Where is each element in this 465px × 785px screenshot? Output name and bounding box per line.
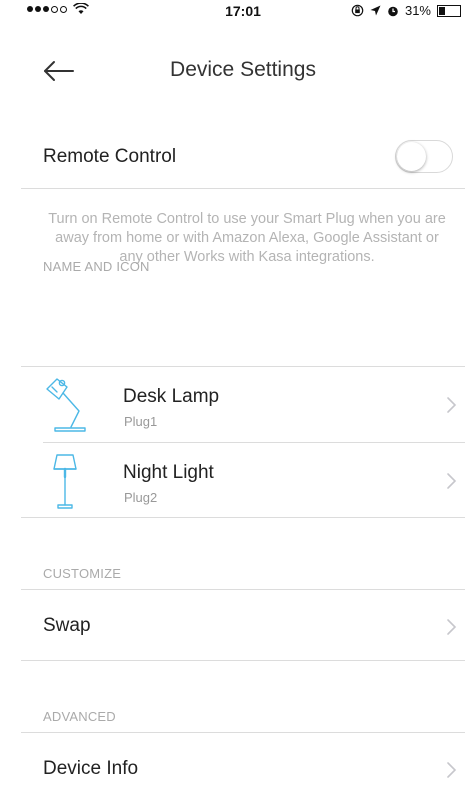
section-header-name-and-icon: NAME AND ICON [43, 259, 150, 274]
floor-lamp-icon [53, 454, 77, 509]
battery-icon [437, 4, 461, 17]
device-plug-label: Plug1 [124, 414, 158, 429]
phone-screen: 17:01 31% Device Settings Remote Control… [21, 0, 465, 785]
device-row-night-light[interactable]: Night Light Plug2 [21, 443, 465, 517]
chevron-right-icon [447, 619, 457, 635]
remote-control-toggle[interactable] [395, 140, 453, 173]
toggle-knob [397, 142, 426, 171]
rotation-lock-icon [351, 4, 364, 17]
page-title: Device Settings [170, 58, 316, 81]
divider [21, 660, 465, 661]
swap-row[interactable]: Swap [21, 590, 465, 660]
location-icon [370, 5, 381, 16]
divider [21, 517, 465, 518]
chevron-right-icon [447, 762, 457, 778]
device-name: Desk Lamp [123, 386, 220, 407]
device-name: Night Light [123, 462, 214, 483]
status-bar: 17:01 31% [21, 0, 465, 20]
device-row-desk-lamp[interactable]: Desk Lamp Plug1 [21, 367, 465, 441]
chevron-right-icon [447, 473, 457, 489]
desk-lamp-icon [46, 378, 86, 432]
device-info-row[interactable]: Device Info [21, 733, 465, 785]
status-right: 31% [351, 3, 461, 18]
section-header-advanced: ADVANCED [43, 709, 116, 724]
alarm-icon [388, 6, 398, 16]
battery-percent: 31% [404, 3, 431, 18]
swap-label: Swap [43, 615, 91, 636]
device-plug-label: Plug2 [124, 490, 158, 505]
device-info-label: Device Info [43, 758, 139, 779]
navigation-bar: Device Settings [21, 44, 465, 98]
remote-control-row: Remote Control [21, 126, 465, 189]
chevron-right-icon [447, 397, 457, 413]
remote-control-label: Remote Control [43, 146, 177, 167]
section-header-customize: CUSTOMIZE [43, 566, 122, 581]
